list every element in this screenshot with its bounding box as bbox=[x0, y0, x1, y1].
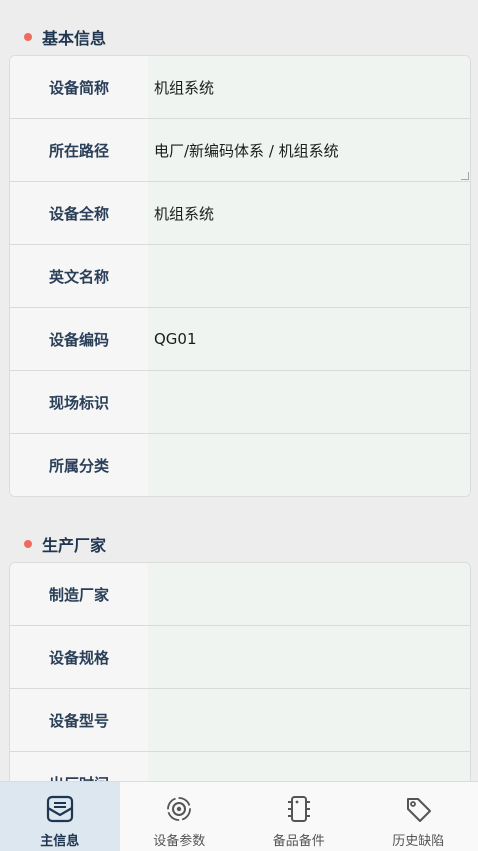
tab-spare-parts[interactable]: 备品备件 bbox=[239, 782, 359, 851]
field-label: 制造厂家 bbox=[10, 563, 148, 625]
section-header-basic-info: 基本信息 bbox=[24, 25, 106, 49]
field-row-full-name: 设备全称 机组系统 bbox=[10, 182, 470, 245]
field-value[interactable] bbox=[148, 245, 470, 307]
field-label: 所属分类 bbox=[10, 434, 148, 496]
field-label: 设备全称 bbox=[10, 182, 148, 244]
section-header-manufacturer: 生产厂家 bbox=[24, 532, 106, 556]
field-row-device-code: 设备编码 QG01 bbox=[10, 308, 470, 371]
tab-label: 设备参数 bbox=[153, 830, 205, 849]
field-value[interactable]: 机组系统 bbox=[148, 56, 470, 118]
field-value[interactable] bbox=[148, 626, 470, 688]
basic-info-card: 设备简称 机组系统 所在路径 电厂/新编码体系 / 机组系统 设备全称 机组系统… bbox=[9, 55, 471, 497]
field-row-path: 所在路径 电厂/新编码体系 / 机组系统 bbox=[10, 119, 470, 182]
chip-icon bbox=[283, 794, 315, 824]
field-row-spec: 设备规格 bbox=[10, 626, 470, 689]
section-title: 生产厂家 bbox=[42, 532, 106, 556]
tab-label: 历史缺陷 bbox=[392, 830, 444, 849]
section-dot-icon bbox=[24, 540, 32, 548]
field-label: 所在路径 bbox=[10, 119, 148, 181]
field-value[interactable] bbox=[148, 752, 470, 781]
field-value[interactable] bbox=[148, 689, 470, 751]
field-label: 设备简称 bbox=[10, 56, 148, 118]
tab-main-info[interactable]: 主信息 bbox=[0, 782, 120, 851]
field-row-category: 所属分类 bbox=[10, 434, 470, 496]
tab-device-params[interactable]: 设备参数 bbox=[120, 782, 240, 851]
field-row-model: 设备型号 bbox=[10, 689, 470, 752]
field-row-site-id: 现场标识 bbox=[10, 371, 470, 434]
field-value[interactable] bbox=[148, 371, 470, 433]
section-dot-icon bbox=[24, 33, 32, 41]
tab-label: 主信息 bbox=[40, 830, 79, 849]
field-label: 设备型号 bbox=[10, 689, 148, 751]
tag-icon bbox=[402, 794, 434, 824]
bottom-tab-bar: 主信息 设备参数 备品备件 bbox=[0, 781, 478, 851]
field-label: 出厂时间 bbox=[10, 752, 148, 781]
manufacturer-card: 制造厂家 设备规格 设备型号 出厂时间 bbox=[9, 562, 471, 781]
field-value[interactable]: 机组系统 bbox=[148, 182, 470, 244]
field-row-manufacturer: 制造厂家 bbox=[10, 563, 470, 626]
field-value[interactable] bbox=[148, 563, 470, 625]
field-label: 现场标识 bbox=[10, 371, 148, 433]
mail-stack-icon bbox=[44, 794, 76, 824]
field-value: 电厂/新编码体系 / 机组系统 bbox=[154, 140, 339, 161]
field-row-short-name: 设备简称 机组系统 bbox=[10, 56, 470, 119]
field-value[interactable]: QG01 bbox=[148, 308, 470, 370]
field-label: 设备规格 bbox=[10, 626, 148, 688]
field-value[interactable] bbox=[148, 434, 470, 496]
path-textarea[interactable]: 电厂/新编码体系 / 机组系统 bbox=[148, 119, 470, 181]
scroll-content[interactable]: 基本信息 设备简称 机组系统 所在路径 电厂/新编码体系 / 机组系统 设备全称… bbox=[0, 0, 478, 781]
gear-cycle-icon bbox=[163, 794, 195, 824]
tab-label: 备品备件 bbox=[273, 830, 325, 849]
field-label: 设备编码 bbox=[10, 308, 148, 370]
resize-handle-icon[interactable] bbox=[461, 172, 469, 180]
field-label: 英文名称 bbox=[10, 245, 148, 307]
tab-defect-history[interactable]: 历史缺陷 bbox=[359, 782, 478, 851]
field-row-english-name: 英文名称 bbox=[10, 245, 470, 308]
section-title: 基本信息 bbox=[42, 25, 106, 49]
field-row-production-date: 出厂时间 bbox=[10, 752, 470, 781]
